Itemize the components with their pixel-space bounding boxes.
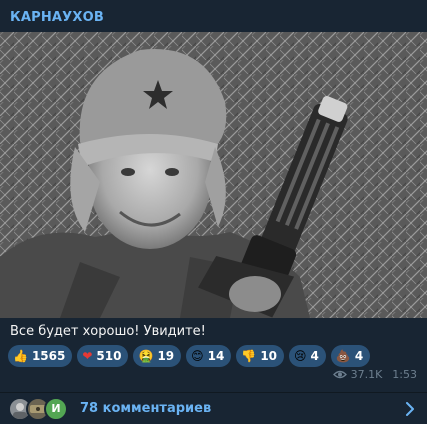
- post-time: 1:53: [392, 368, 417, 381]
- reaction-nauseated[interactable]: 🤮 19: [133, 345, 182, 367]
- nauseated-face-icon: 🤮: [138, 349, 154, 363]
- views-count: 37.1K: [350, 368, 383, 381]
- eye-icon: [332, 370, 347, 379]
- channel-name[interactable]: КАРНАУХОВ: [10, 10, 104, 25]
- reaction-count: 14: [207, 349, 225, 363]
- thumbs-down-icon: 👎: [241, 349, 257, 363]
- pile-of-poo-icon: 💩: [335, 349, 351, 363]
- reaction-count: 510: [96, 349, 122, 363]
- post-meta: 37.1K 1:53: [332, 368, 417, 381]
- reaction-poo[interactable]: 💩 4: [330, 345, 371, 367]
- thumbs-up-icon: 👍: [13, 349, 28, 363]
- reaction-count: 1565: [31, 349, 66, 363]
- heart-icon: ❤: [82, 349, 93, 363]
- post-photo[interactable]: [0, 32, 427, 318]
- reaction-count: 4: [354, 349, 364, 363]
- comments-count-label: 78 комментариев: [80, 401, 212, 416]
- soldier-photo-image: [0, 32, 427, 318]
- reaction-count: 19: [157, 349, 175, 363]
- chevron-right-icon: [406, 402, 414, 416]
- commenter-avatars: И: [8, 396, 78, 421]
- smiling-face-icon: 😊: [191, 349, 204, 363]
- comments-button[interactable]: И 78 комментариев: [0, 393, 427, 424]
- reaction-crying[interactable]: 😢 4: [289, 345, 326, 367]
- reactions-bar: 👍 1565 ❤ 510 🤮 19 😊 14 👎 10 😢 4 💩 4: [8, 345, 371, 367]
- reaction-thumbs-up[interactable]: 👍 1565: [8, 345, 73, 367]
- reaction-heart[interactable]: ❤ 510: [77, 345, 129, 367]
- channel-post: КАРНАУХОВ Все будет хорошо! Увидите! 👍 1…: [0, 0, 427, 424]
- crying-face-icon: 😢: [294, 349, 307, 363]
- avatar: И: [44, 396, 68, 421]
- reaction-count: 10: [260, 349, 278, 363]
- post-caption: Все будет хорошо! Увидите!: [10, 324, 206, 339]
- reaction-thumbs-down[interactable]: 👎 10: [236, 345, 285, 367]
- reaction-smiling[interactable]: 😊 14: [186, 345, 232, 367]
- reaction-count: 4: [310, 349, 319, 363]
